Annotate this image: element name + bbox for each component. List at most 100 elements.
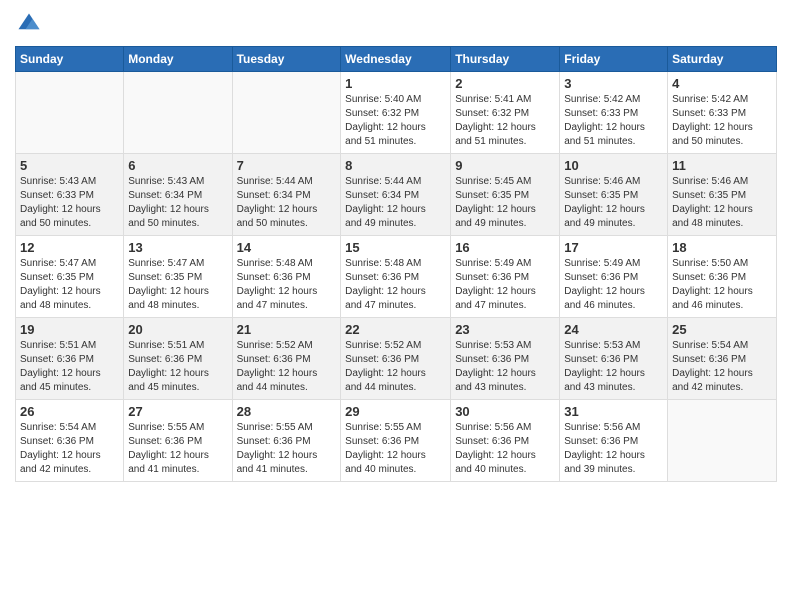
- day-cell: 4 Sunrise: 5:42 AM Sunset: 6:33 PM Daylig…: [668, 72, 777, 154]
- day-number: 28: [237, 404, 337, 419]
- day-number: 2: [455, 76, 555, 91]
- day-info: Sunrise: 5:52 AM Sunset: 6:36 PM Dayligh…: [345, 339, 446, 395]
- day-info: Sunrise: 5:43 AM Sunset: 6:34 PM Dayligh…: [128, 175, 227, 231]
- day-number: 26: [20, 404, 119, 419]
- day-cell: 1 Sunrise: 5:40 AM Sunset: 6:32 PM Daylig…: [341, 72, 451, 154]
- day-number: 25: [672, 322, 772, 337]
- weekday-header-saturday: Saturday: [668, 47, 777, 72]
- day-number: 20: [128, 322, 227, 337]
- day-cell: 29Sunrise: 5:55 AM Sunset: 6:36 PM Dayli…: [341, 400, 451, 482]
- day-info: Sunrise: 5:52 AM Sunset: 6:36 PM Dayligh…: [237, 339, 337, 395]
- day-info: Sunrise: 5:47 AM Sunset: 6:35 PM Dayligh…: [20, 257, 119, 313]
- weekday-header-friday: Friday: [560, 47, 668, 72]
- day-number: 30: [455, 404, 555, 419]
- day-info: Sunrise: 5:53 AM Sunset: 6:36 PM Dayligh…: [564, 339, 663, 395]
- day-cell: 7 Sunrise: 5:44 AM Sunset: 6:34 PM Daylig…: [232, 154, 341, 236]
- day-cell: 5 Sunrise: 5:43 AM Sunset: 6:33 PM Daylig…: [16, 154, 124, 236]
- day-info: Sunrise: 5:46 AM Sunset: 6:35 PM Dayligh…: [672, 175, 772, 231]
- day-cell: 19 Sunrise: 5:51 AM Sunset: 6:36 PM Dayli…: [16, 318, 124, 400]
- day-info: Sunrise: 5:41 AM Sunset: 6:32 PM Dayligh…: [455, 93, 555, 149]
- day-number: 19: [20, 322, 119, 337]
- week-row-4: 19 Sunrise: 5:51 AM Sunset: 6:36 PM Dayli…: [16, 318, 777, 400]
- day-number: 9: [455, 158, 555, 173]
- day-cell: 21 Sunrise: 5:52 AM Sunset: 6:36 PM Dayli…: [232, 318, 341, 400]
- day-number: 22: [345, 322, 446, 337]
- calendar-table: SundayMondayTuesdayWednesdayThursdayFrid…: [15, 46, 777, 482]
- weekday-header-thursday: Thursday: [451, 47, 560, 72]
- week-row-1: 1 Sunrise: 5:40 AM Sunset: 6:32 PM Daylig…: [16, 72, 777, 154]
- day-cell: 15 Sunrise: 5:48 AM Sunset: 6:36 PM Dayli…: [341, 236, 451, 318]
- day-cell: 26 Sunrise: 5:54 AM Sunset: 6:36 PM Dayli…: [16, 400, 124, 482]
- day-cell: 2 Sunrise: 5:41 AM Sunset: 6:32 PM Daylig…: [451, 72, 560, 154]
- day-cell: 11 Sunrise: 5:46 AM Sunset: 6:35 PM Dayli…: [668, 154, 777, 236]
- day-cell: 28Sunrise: 5:55 AM Sunset: 6:36 PM Dayli…: [232, 400, 341, 482]
- weekday-header-tuesday: Tuesday: [232, 47, 341, 72]
- day-number: 18: [672, 240, 772, 255]
- day-cell: [124, 72, 232, 154]
- day-info: Sunrise: 5:56 AM Sunset: 6:36 PM Dayligh…: [455, 421, 555, 477]
- day-number: 17: [564, 240, 663, 255]
- day-number: 12: [20, 240, 119, 255]
- day-cell: 9 Sunrise: 5:45 AM Sunset: 6:35 PM Daylig…: [451, 154, 560, 236]
- day-cell: 3 Sunrise: 5:42 AM Sunset: 6:33 PM Daylig…: [560, 72, 668, 154]
- day-info: Sunrise: 5:48 AM Sunset: 6:36 PM Dayligh…: [237, 257, 337, 313]
- day-info: Sunrise: 5:44 AM Sunset: 6:34 PM Dayligh…: [345, 175, 446, 231]
- week-row-2: 5 Sunrise: 5:43 AM Sunset: 6:33 PM Daylig…: [16, 154, 777, 236]
- day-number: 7: [237, 158, 337, 173]
- day-number: 13: [128, 240, 227, 255]
- day-number: 31: [564, 404, 663, 419]
- day-number: 29: [345, 404, 446, 419]
- day-number: 21: [237, 322, 337, 337]
- day-info: Sunrise: 5:40 AM Sunset: 6:32 PM Dayligh…: [345, 93, 446, 149]
- day-cell: 31 Sunrise: 5:56 AM Sunset: 6:36 PM Dayli…: [560, 400, 668, 482]
- weekday-header-sunday: Sunday: [16, 47, 124, 72]
- day-number: 6: [128, 158, 227, 173]
- day-number: 15: [345, 240, 446, 255]
- weekday-header-monday: Monday: [124, 47, 232, 72]
- day-info: Sunrise: 5:54 AM Sunset: 6:36 PM Dayligh…: [20, 421, 119, 477]
- day-info: Sunrise: 5:55 AM Sunset: 6:36 PM Dayligh…: [128, 421, 227, 477]
- day-cell: 10Sunrise: 5:46 AM Sunset: 6:35 PM Dayli…: [560, 154, 668, 236]
- day-info: Sunrise: 5:44 AM Sunset: 6:34 PM Dayligh…: [237, 175, 337, 231]
- day-number: 1: [345, 76, 446, 91]
- day-cell: 18 Sunrise: 5:50 AM Sunset: 6:36 PM Dayli…: [668, 236, 777, 318]
- day-cell: 6 Sunrise: 5:43 AM Sunset: 6:34 PM Daylig…: [124, 154, 232, 236]
- day-number: 27: [128, 404, 227, 419]
- day-number: 23: [455, 322, 555, 337]
- day-cell: 22 Sunrise: 5:52 AM Sunset: 6:36 PM Dayli…: [341, 318, 451, 400]
- day-info: Sunrise: 5:49 AM Sunset: 6:36 PM Dayligh…: [455, 257, 555, 313]
- weekday-header-wednesday: Wednesday: [341, 47, 451, 72]
- logo: [15, 10, 47, 38]
- day-cell: 14Sunrise: 5:48 AM Sunset: 6:36 PM Dayli…: [232, 236, 341, 318]
- day-info: Sunrise: 5:50 AM Sunset: 6:36 PM Dayligh…: [672, 257, 772, 313]
- day-number: 3: [564, 76, 663, 91]
- day-number: 5: [20, 158, 119, 173]
- day-number: 8: [345, 158, 446, 173]
- day-info: Sunrise: 5:47 AM Sunset: 6:35 PM Dayligh…: [128, 257, 227, 313]
- day-info: Sunrise: 5:51 AM Sunset: 6:36 PM Dayligh…: [20, 339, 119, 395]
- day-info: Sunrise: 5:54 AM Sunset: 6:36 PM Dayligh…: [672, 339, 772, 395]
- day-info: Sunrise: 5:42 AM Sunset: 6:33 PM Dayligh…: [672, 93, 772, 149]
- page-container: SundayMondayTuesdayWednesdayThursdayFrid…: [0, 0, 792, 492]
- week-row-3: 12 Sunrise: 5:47 AM Sunset: 6:35 PM Dayli…: [16, 236, 777, 318]
- day-number: 10: [564, 158, 663, 173]
- day-info: Sunrise: 5:43 AM Sunset: 6:33 PM Dayligh…: [20, 175, 119, 231]
- day-cell: [16, 72, 124, 154]
- day-cell: 17Sunrise: 5:49 AM Sunset: 6:36 PM Dayli…: [560, 236, 668, 318]
- day-cell: [668, 400, 777, 482]
- day-info: Sunrise: 5:51 AM Sunset: 6:36 PM Dayligh…: [128, 339, 227, 395]
- day-number: 4: [672, 76, 772, 91]
- week-row-5: 26 Sunrise: 5:54 AM Sunset: 6:36 PM Dayli…: [16, 400, 777, 482]
- day-cell: 16Sunrise: 5:49 AM Sunset: 6:36 PM Dayli…: [451, 236, 560, 318]
- day-number: 11: [672, 158, 772, 173]
- day-info: Sunrise: 5:56 AM Sunset: 6:36 PM Dayligh…: [564, 421, 663, 477]
- logo-icon: [15, 10, 43, 38]
- header: [15, 10, 777, 38]
- day-cell: 20 Sunrise: 5:51 AM Sunset: 6:36 PM Dayli…: [124, 318, 232, 400]
- day-cell: 30 Sunrise: 5:56 AM Sunset: 6:36 PM Dayli…: [451, 400, 560, 482]
- day-cell: 8 Sunrise: 5:44 AM Sunset: 6:34 PM Daylig…: [341, 154, 451, 236]
- day-cell: 25 Sunrise: 5:54 AM Sunset: 6:36 PM Dayli…: [668, 318, 777, 400]
- day-info: Sunrise: 5:45 AM Sunset: 6:35 PM Dayligh…: [455, 175, 555, 231]
- day-info: Sunrise: 5:48 AM Sunset: 6:36 PM Dayligh…: [345, 257, 446, 313]
- day-info: Sunrise: 5:42 AM Sunset: 6:33 PM Dayligh…: [564, 93, 663, 149]
